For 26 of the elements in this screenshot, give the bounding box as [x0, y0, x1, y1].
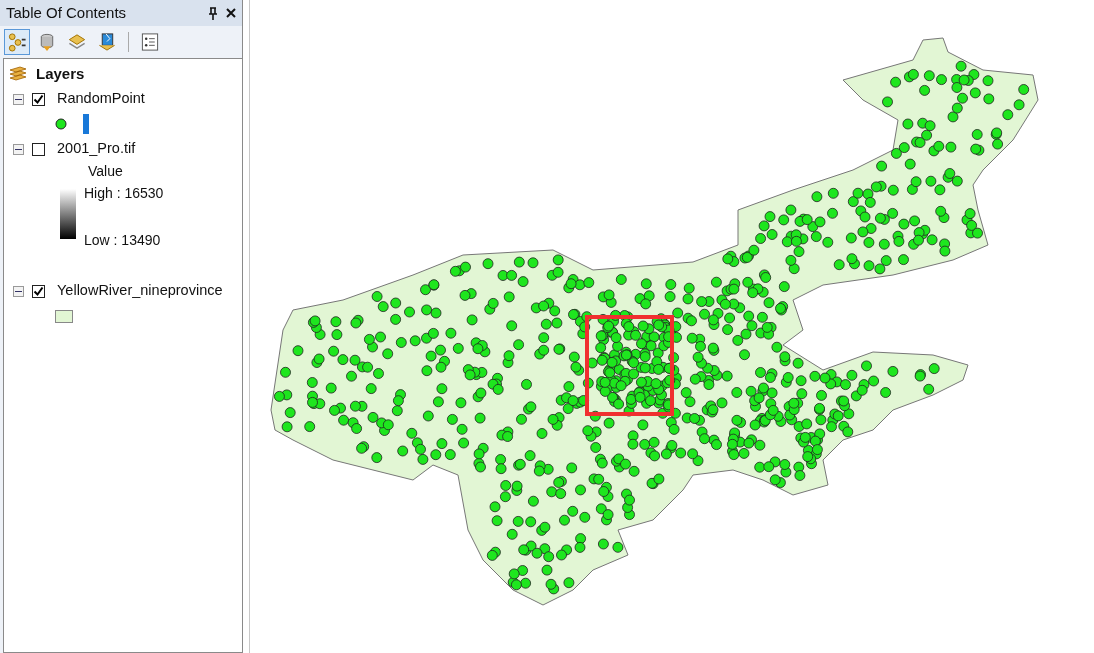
layers-label[interactable]: Layers — [36, 62, 85, 86]
panel-title: Table Of Contents — [6, 2, 128, 23]
options-list-icon — [140, 32, 160, 52]
expand-toggle[interactable] — [13, 285, 24, 297]
layer-name[interactable]: 2001_Pro.tif — [57, 138, 136, 160]
layer-name[interactable]: RandomPoint — [57, 88, 145, 110]
gradient-ramp — [60, 189, 76, 239]
point-symbol-icon — [55, 118, 67, 130]
legend-low-value: Low : 13490 — [84, 231, 162, 250]
layers-icon — [8, 66, 28, 82]
legend-high-value: High : 16530 — [84, 184, 164, 203]
selection-marker-icon — [83, 114, 89, 134]
expand-toggle[interactable] — [13, 93, 24, 105]
list-by-drawing-order-button[interactable] — [4, 29, 30, 55]
pin-icon[interactable] — [208, 6, 218, 20]
close-icon[interactable] — [226, 8, 236, 18]
fill-symbol-swatch — [55, 309, 73, 323]
layer-name[interactable]: YellowRiver_nineprovince — [57, 280, 223, 302]
layers-icon — [67, 32, 87, 52]
map-layer-icon — [97, 32, 117, 52]
expand-toggle[interactable] — [13, 143, 24, 155]
layer-checkbox[interactable] — [32, 92, 45, 106]
legend-heading: Value — [87, 162, 124, 181]
layer-checkbox[interactable] — [32, 284, 45, 298]
list-by-drawing-order-icon — [7, 32, 27, 52]
layer-checkbox[interactable] — [32, 142, 45, 156]
